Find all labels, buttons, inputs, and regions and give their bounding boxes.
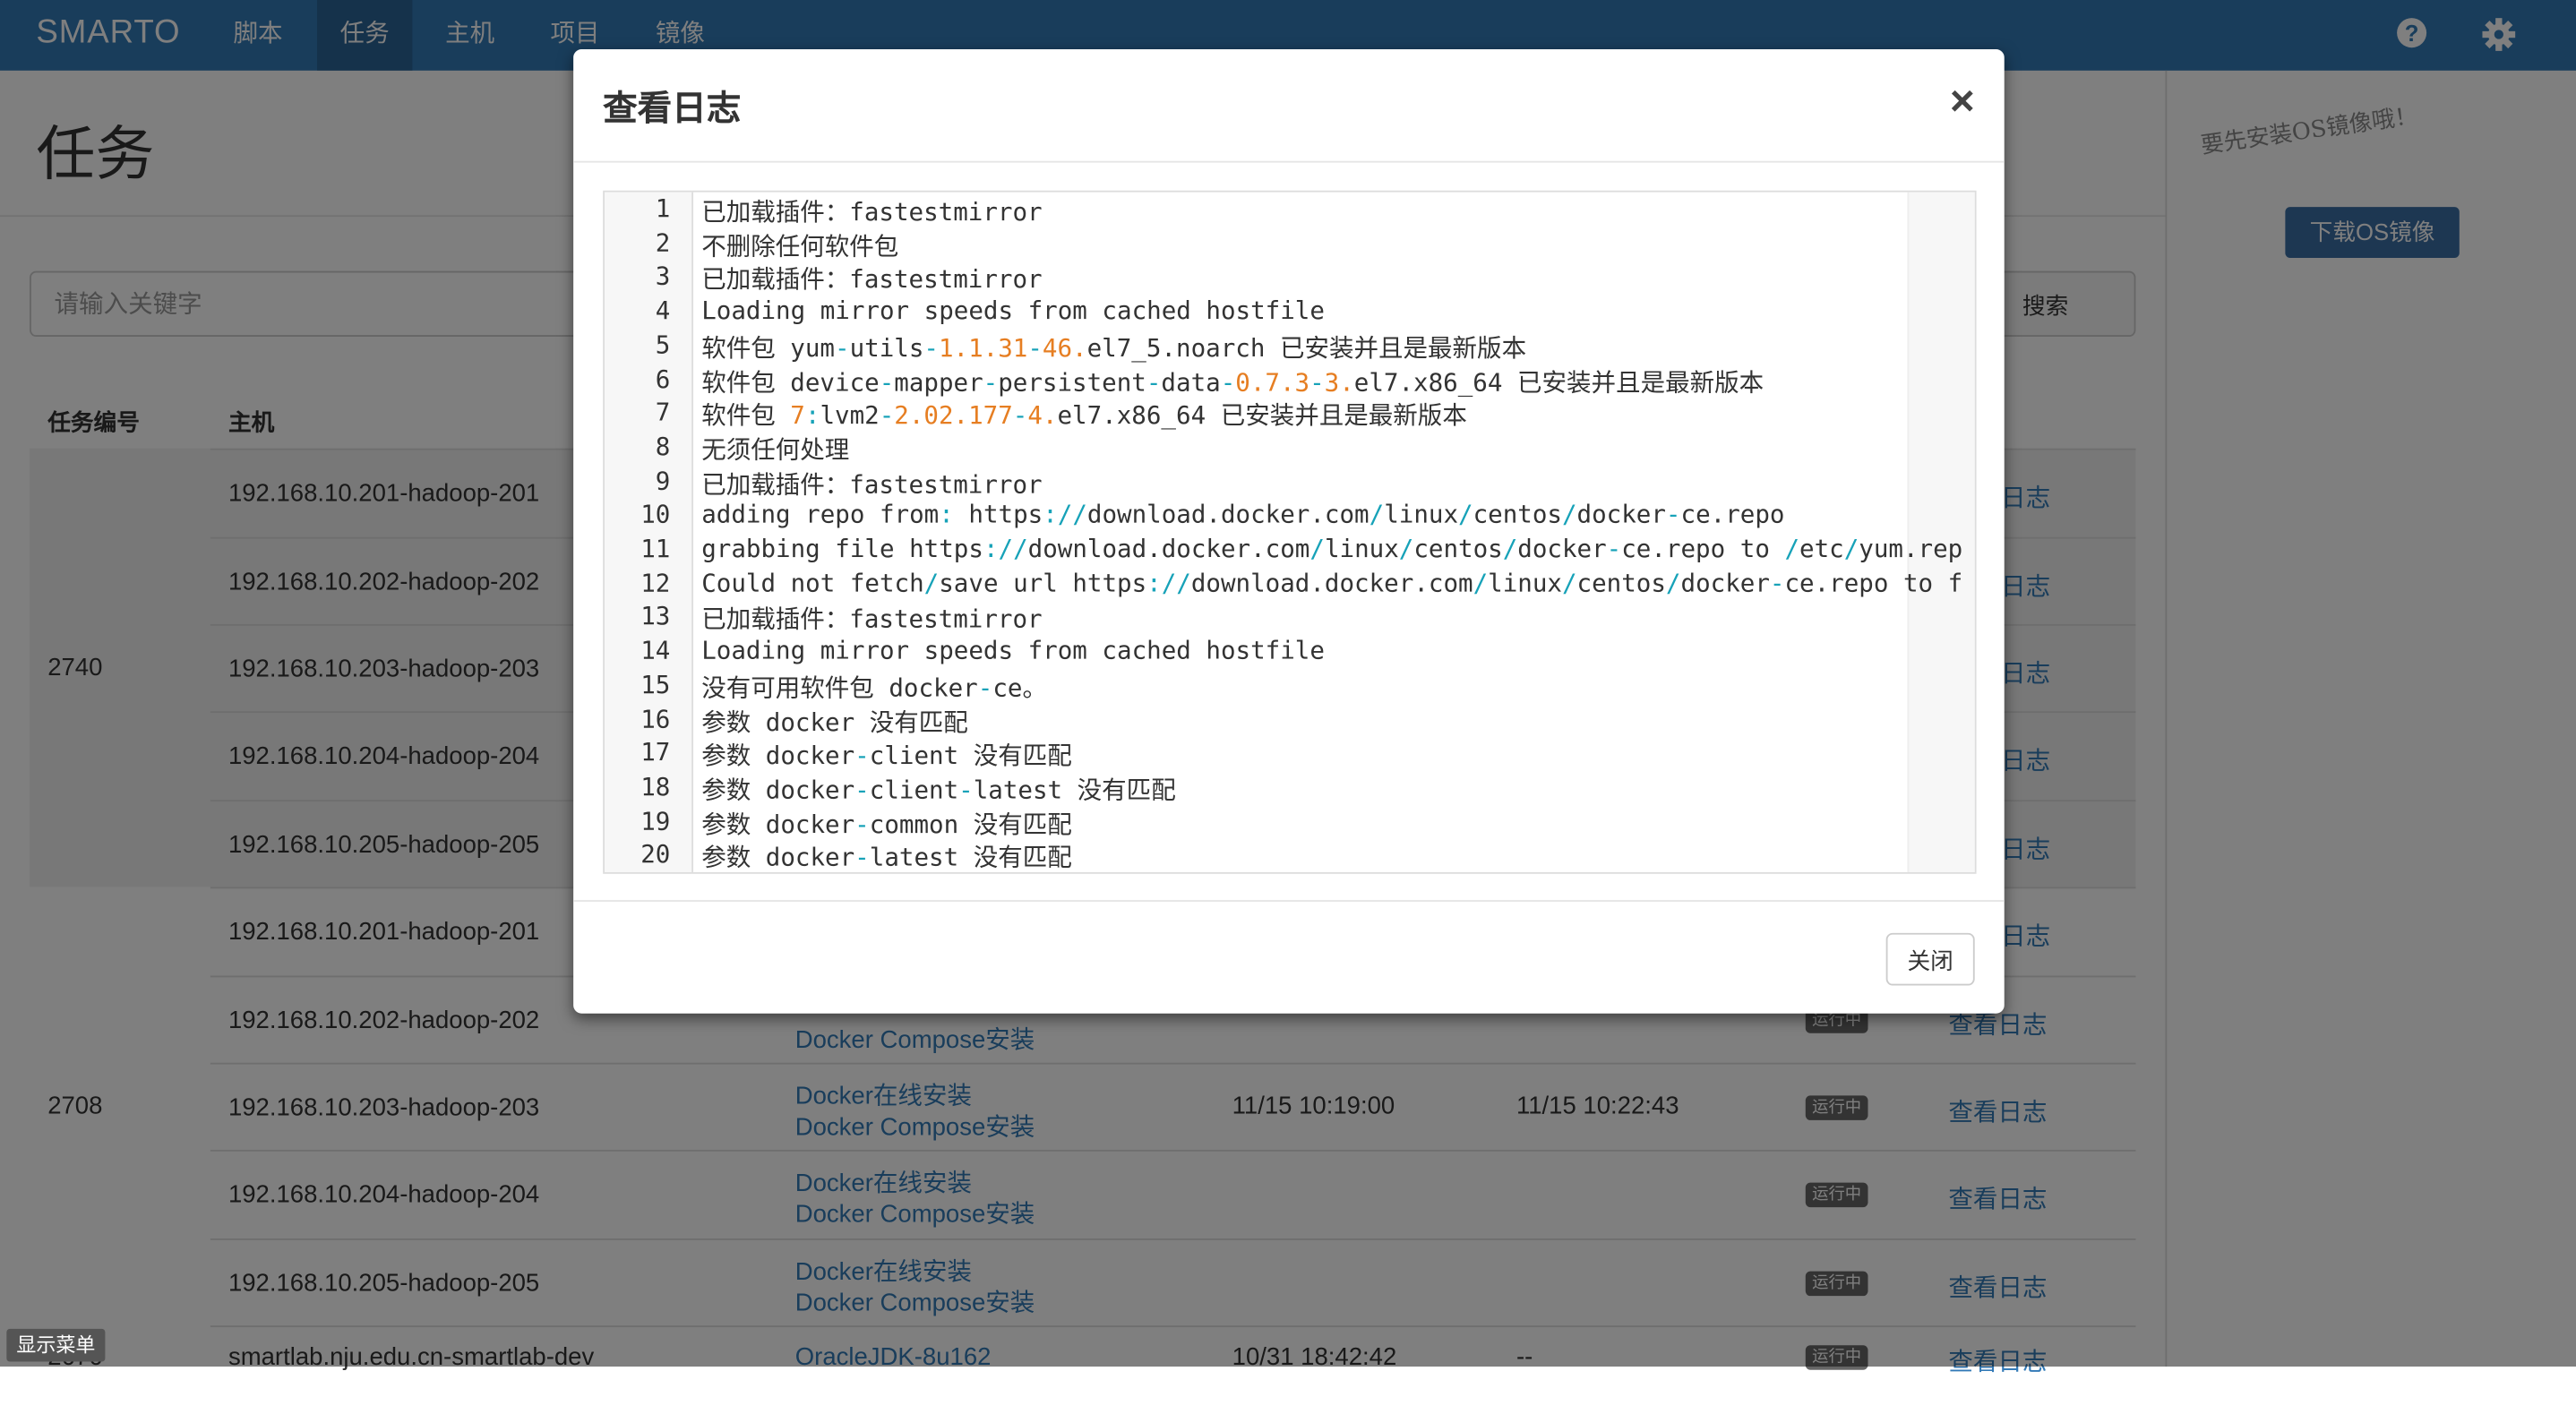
log-line-text: adding repo from: https://download.docke… <box>701 500 1785 530</box>
log-line: 17 参数 docker-client 没有匹配 <box>605 738 1902 772</box>
line-number: 13 <box>640 602 671 632</box>
log-line: 1 已加载插件：fastestmirror <box>605 193 1902 227</box>
modal-title: 查看日志 <box>603 90 742 129</box>
log-line-text: 软件包 device-mapper-persistent-data-0.7.3-… <box>701 366 1765 397</box>
line-number: 16 <box>640 703 671 733</box>
line-number: 1 <box>655 193 671 224</box>
line-number: 7 <box>655 398 671 428</box>
log-line-text: 参数 docker-common 没有匹配 <box>701 809 1072 839</box>
log-line-text: Loading mirror speeds from cached hostfi… <box>701 296 1325 326</box>
log-line-text: grabbing file https://download.docker.co… <box>701 534 1963 564</box>
close-icon[interactable]: × <box>1950 79 1975 122</box>
log-line: 4 Loading mirror speeds from cached hostf… <box>605 296 1902 330</box>
log-line-text: 参数 docker-client 没有匹配 <box>701 741 1072 771</box>
line-number: 6 <box>655 364 671 394</box>
log-line-text: 软件包 7:lvm2-2.02.177-4.el7.x86_64 已安装并且是最… <box>701 400 1467 431</box>
line-number: 9 <box>655 466 671 496</box>
line-number: 5 <box>655 330 671 360</box>
log-line-text: 软件包 yum-utils-1.1.31-46.el7_5.noarch 已安装… <box>701 332 1527 363</box>
log-line: 9 已加载插件：fastestmirror <box>605 466 1902 500</box>
line-number: 17 <box>640 737 671 767</box>
line-number: 14 <box>640 636 671 666</box>
log-line-text: 已加载插件：fastestmirror <box>701 197 1043 227</box>
log-line: 18 参数 docker-client-latest 没有匹配 <box>605 772 1902 806</box>
log-line: 19 参数 docker-common 没有匹配 <box>605 806 1902 840</box>
modal-footer: 关闭 <box>573 900 2005 1015</box>
log-line: 6 软件包 device-mapper-persistent-data-0.7.3… <box>605 364 1902 398</box>
log-line-text: 参数 docker-latest 没有匹配 <box>701 843 1072 873</box>
log-line: 8 无须任何处理 <box>605 432 1902 466</box>
log-line: 5 软件包 yum-utils-1.1.31-46.el7_5.noarch 已安… <box>605 330 1902 364</box>
line-number: 18 <box>640 771 671 801</box>
log-line-text: Loading mirror speeds from cached hostfi… <box>701 636 1325 666</box>
log-line: 15 没有可用软件包 docker-ce。 <box>605 670 1902 704</box>
line-number: 11 <box>640 534 671 564</box>
line-number: 19 <box>640 805 671 836</box>
log-line: 2 不删除任何软件包 <box>605 227 1902 261</box>
log-line: 16 参数 docker 没有匹配 <box>605 704 1902 738</box>
log-line: 20 参数 docker-latest 没有匹配 <box>605 839 1902 873</box>
line-number: 2 <box>655 227 671 258</box>
line-number: 20 <box>640 839 671 870</box>
log-line-text: 无须任何处理 <box>701 434 850 465</box>
log-line-text: 已加载插件：fastestmirror <box>701 265 1043 296</box>
close-button[interactable]: 关闭 <box>1885 932 1975 986</box>
log-line-text: Could not fetch/save url https://downloa… <box>701 568 1963 598</box>
log-line: 14 Loading mirror speeds from cached host… <box>605 636 1902 670</box>
log-viewer[interactable]: 1 已加载插件：fastestmirror 2 不删除任何软件包 3 已加载插件：fast… <box>603 190 1977 874</box>
modal-header: 查看日志 × <box>573 49 2005 163</box>
show-menu-button[interactable]: 显示菜单 <box>6 1328 106 1362</box>
log-line: 3 已加载插件：fastestmirror <box>605 261 1902 296</box>
log-line-text: 参数 docker-client-latest 没有匹配 <box>701 775 1176 805</box>
log-line-text: 不删除任何软件包 <box>701 231 899 261</box>
log-line-text: 已加载插件：fastestmirror <box>701 604 1043 635</box>
log-line-text: 参数 docker 没有匹配 <box>701 707 968 737</box>
line-number: 12 <box>640 568 671 598</box>
log-line: 12 Could not fetch/save url https://downl… <box>605 568 1962 602</box>
line-number: 15 <box>640 669 671 699</box>
log-line-text: 没有可用软件包 docker-ce。 <box>701 673 1047 703</box>
log-line: 13 已加载插件：fastestmirror <box>605 602 1902 636</box>
view-log-modal: 查看日志 × 1 已加载插件：fastestmirror 2 不删除任何软件包 3 已加载… <box>573 49 2005 1014</box>
line-number: 4 <box>655 296 671 326</box>
log-line: 10 adding repo from: https://download.doc… <box>605 500 1902 534</box>
line-number: 8 <box>655 432 671 462</box>
log-line: 11 grabbing file https://download.docker.… <box>605 534 1962 568</box>
log-line-text: 已加载插件：fastestmirror <box>701 468 1043 499</box>
log-line: 7 软件包 7:lvm2-2.02.177-4.el7.x86_64 已安装并且是… <box>605 398 1902 432</box>
line-number: 10 <box>640 500 671 530</box>
vertical-scrollbar[interactable] <box>1907 192 1975 872</box>
line-number: 3 <box>655 261 671 292</box>
